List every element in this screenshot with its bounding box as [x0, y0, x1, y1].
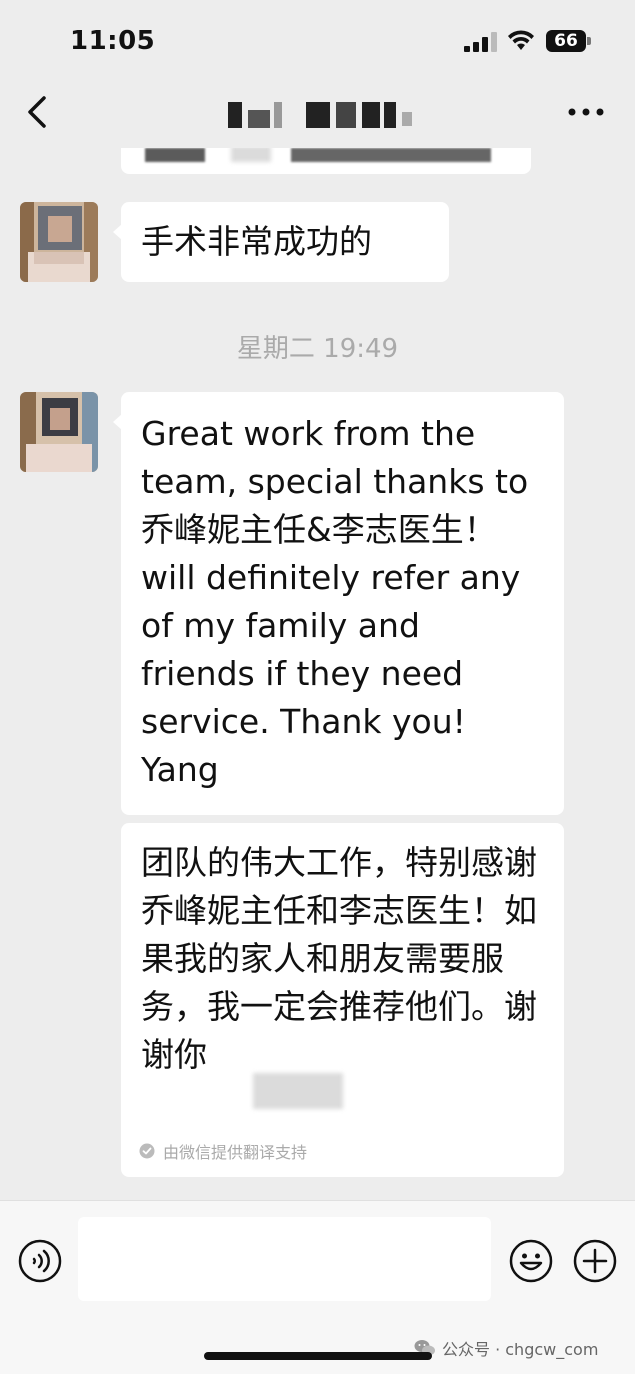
avatar[interactable] [20, 392, 98, 472]
watermark-text: 公众号 · chgcw_com [442, 1340, 599, 1359]
message-bubble[interactable]: Great work from the team, special thanks… [113, 392, 564, 815]
chat-timestamp: 星期二 19:49 [236, 334, 399, 364]
translation-note: 由微信提供翻译支持 [139, 1139, 307, 1163]
plus-icon[interactable] [573, 1239, 617, 1283]
message-text: 手术非常成功的 [141, 222, 372, 261]
message-bubble-truncated[interactable] [121, 148, 531, 174]
message-input[interactable] [78, 1217, 491, 1301]
translation-bubble[interactable]: 团队的伟大工作，特别感谢乔峰妮主任和李志医生！如果我的家人和朋友需要服务，我一定… [121, 823, 564, 1177]
status-bar: 11:05 66 [0, 0, 635, 80]
wifi-icon [508, 30, 534, 50]
message-bubble[interactable]: 手术非常成功的 [113, 202, 449, 282]
translation-note-text: 由微信提供翻译支持 [163, 1143, 308, 1162]
message-text: Great work from the team, special thanks… [141, 414, 539, 789]
battery-indicator: 66 [546, 30, 586, 52]
emoji-icon[interactable] [509, 1239, 553, 1283]
cellular-signal-icon [464, 32, 498, 52]
chat-nav-bar [0, 80, 635, 148]
check-circle-icon [139, 1143, 155, 1159]
redacted-name [253, 1073, 343, 1109]
voice-input-icon[interactable] [18, 1239, 62, 1283]
home-indicator[interactable] [204, 1352, 432, 1360]
status-time: 11:05 [70, 26, 156, 56]
battery-tip [587, 37, 591, 45]
chat-message-list[interactable]: 手术非常成功的 星期二 19:49 Great work from the te… [0, 148, 635, 1200]
avatar[interactable] [20, 202, 98, 282]
more-dots-icon[interactable] [566, 100, 606, 124]
watermark: 公众号 · chgcw_com [414, 1336, 598, 1360]
chat-title-redacted [222, 98, 422, 132]
chevron-left-icon[interactable] [24, 92, 52, 132]
translation-text: 团队的伟大工作，特别感谢乔峰妮主任和李志医生！如果我的家人和朋友需要服务，我一定… [141, 843, 537, 1074]
